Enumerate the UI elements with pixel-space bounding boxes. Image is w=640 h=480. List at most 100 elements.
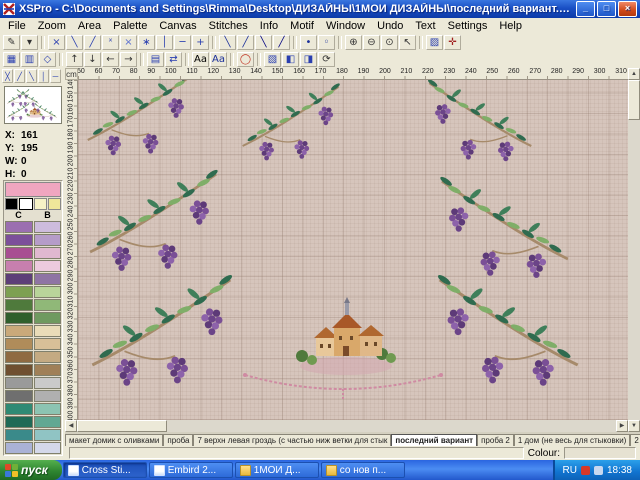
backstitch-back-button[interactable]: ╲ bbox=[219, 35, 236, 50]
menu-item-stitches[interactable]: Stitches bbox=[203, 19, 254, 33]
menu-item-window[interactable]: Window bbox=[320, 19, 371, 33]
palette-swatch[interactable] bbox=[34, 299, 62, 311]
palette-swatch[interactable] bbox=[5, 403, 33, 415]
palette-swatch[interactable] bbox=[5, 260, 33, 272]
rulers-toggle-button[interactable]: ▥ bbox=[21, 52, 38, 67]
move-up-button[interactable]: ↑ bbox=[66, 52, 83, 67]
select-arrow-button[interactable]: ↖ bbox=[399, 35, 416, 50]
palette-swatch[interactable] bbox=[34, 403, 62, 415]
palette-swatch[interactable] bbox=[34, 247, 62, 259]
pencil-dropdown[interactable]: ▾ bbox=[21, 35, 38, 50]
palette-swatch[interactable] bbox=[5, 247, 33, 259]
move-left-button[interactable]: ← bbox=[102, 52, 119, 67]
vertical-scroll-thumb[interactable] bbox=[628, 80, 640, 120]
palette-swatch[interactable] bbox=[5, 429, 33, 441]
pattern-tab[interactable]: проба 2 bbox=[477, 434, 514, 446]
color-wheel-button[interactable]: ◯ bbox=[237, 52, 254, 67]
scroll-down-button[interactable]: ▼ bbox=[628, 420, 640, 432]
palette-swatch[interactable] bbox=[34, 416, 62, 428]
zoom-out-button[interactable]: ⊖ bbox=[363, 35, 380, 50]
quick-swatch[interactable] bbox=[34, 198, 47, 210]
vertical-scrollbar[interactable]: ▲ ▼ bbox=[628, 68, 640, 432]
quick-swatch[interactable] bbox=[19, 198, 32, 210]
move-right-button[interactable]: → bbox=[120, 52, 137, 67]
taskbar-button[interactable]: Embird 2... bbox=[149, 462, 233, 478]
palette-swatch[interactable] bbox=[5, 416, 33, 428]
backstitch-thick-back-button[interactable]: ╲ bbox=[255, 35, 272, 50]
menu-item-canvas[interactable]: Canvas bbox=[153, 19, 202, 33]
stitch-direction-forward-button[interactable]: ╱ bbox=[14, 69, 25, 83]
palette-swatch[interactable] bbox=[34, 325, 62, 337]
palette-swatch[interactable] bbox=[34, 338, 62, 350]
palette-swatch[interactable] bbox=[5, 390, 33, 402]
menu-item-motif[interactable]: Motif bbox=[284, 19, 320, 33]
close-button[interactable]: × bbox=[618, 1, 637, 17]
palette-swatch[interactable] bbox=[5, 364, 33, 376]
pattern-tab[interactable]: макет домик с оливками bbox=[65, 434, 163, 446]
pattern-tab[interactable]: проба bbox=[163, 434, 193, 446]
palette-swatch[interactable] bbox=[34, 273, 62, 285]
horizontal-stitch-button[interactable]: ─ bbox=[174, 35, 191, 50]
text-latin-button[interactable]: Aa bbox=[192, 52, 209, 67]
menu-item-zoom[interactable]: Zoom bbox=[32, 19, 72, 33]
palette-swatch[interactable] bbox=[34, 260, 62, 272]
palette-swatch[interactable] bbox=[5, 338, 33, 350]
scroll-left-button[interactable]: ◀ bbox=[65, 420, 77, 432]
horizontal-scroll-thumb[interactable] bbox=[77, 420, 167, 432]
scroll-up-button[interactable]: ▲ bbox=[628, 68, 640, 80]
backstitch-thick-forward-button[interactable]: ╱ bbox=[273, 35, 290, 50]
menu-item-text[interactable]: Text bbox=[409, 19, 441, 33]
pattern-tab[interactable]: 1 дом (не весь для стыковки) bbox=[514, 434, 631, 446]
menu-item-area[interactable]: Area bbox=[72, 19, 107, 33]
mirror-vertical-button[interactable]: ◨ bbox=[300, 52, 317, 67]
menu-item-info[interactable]: Info bbox=[254, 19, 284, 33]
palette-dialog-button[interactable]: ▤ bbox=[147, 52, 164, 67]
minimize-button[interactable]: _ bbox=[576, 1, 595, 17]
swap-colors-button[interactable]: ⇄ bbox=[165, 52, 182, 67]
stitch-direction-back-button[interactable]: ╲ bbox=[26, 69, 37, 83]
palette-swatch[interactable] bbox=[34, 312, 62, 324]
horizontal-scrollbar[interactable]: ◀ ▶ bbox=[65, 420, 628, 432]
zoom-actual-button[interactable]: ⊙ bbox=[381, 35, 398, 50]
language-indicator[interactable]: RU bbox=[563, 465, 577, 476]
petite-stitch-button[interactable]: ∗ bbox=[138, 35, 155, 50]
upright-cross-button[interactable]: + bbox=[192, 35, 209, 50]
selected-color-swatch[interactable] bbox=[5, 182, 61, 197]
palette-swatch[interactable] bbox=[34, 377, 62, 389]
menu-item-file[interactable]: File bbox=[2, 19, 32, 33]
palette-swatch[interactable] bbox=[5, 234, 33, 246]
pencil-tool[interactable]: ✎ bbox=[3, 35, 20, 50]
taskbar-button[interactable]: Cross Sti... bbox=[63, 462, 147, 478]
stitch-direction-cross-button[interactable]: ╳ bbox=[2, 69, 13, 83]
menu-item-settings[interactable]: Settings bbox=[442, 19, 494, 33]
tray-icon-volume[interactable] bbox=[594, 466, 603, 475]
zoom-in-button[interactable]: ⊕ bbox=[345, 35, 362, 50]
menu-item-help[interactable]: Help bbox=[493, 19, 528, 33]
menu-item-palette[interactable]: Palette bbox=[107, 19, 153, 33]
sheet-button[interactable]: ▧ bbox=[264, 52, 281, 67]
rotate-button[interactable]: ⟳ bbox=[318, 52, 335, 67]
quarter-stitch-button[interactable]: ˣ bbox=[102, 35, 119, 50]
palette-swatch[interactable] bbox=[34, 364, 62, 376]
palette-swatch[interactable] bbox=[34, 429, 62, 441]
palette-swatch[interactable] bbox=[34, 234, 62, 246]
flood-fill-button[interactable]: ▨ bbox=[426, 35, 443, 50]
taskbar-button[interactable]: со нов п... bbox=[321, 462, 405, 478]
palette-swatch[interactable] bbox=[34, 351, 62, 363]
color-picker-button[interactable]: ✛ bbox=[444, 35, 461, 50]
tray-icon-antivirus[interactable] bbox=[581, 466, 590, 475]
palette-swatch[interactable] bbox=[5, 325, 33, 337]
palette-swatch[interactable] bbox=[34, 442, 62, 454]
menu-item-undo[interactable]: Undo bbox=[371, 19, 409, 33]
pattern-tab[interactable]: последний вариант bbox=[391, 434, 477, 446]
stitch-direction-horizontal-button[interactable]: ─ bbox=[50, 69, 61, 83]
three-quarter-stitch-button[interactable]: × bbox=[120, 35, 137, 50]
mirror-horizontal-button[interactable]: ◧ bbox=[282, 52, 299, 67]
palette-swatch[interactable] bbox=[34, 455, 62, 456]
palette-swatch[interactable] bbox=[5, 351, 33, 363]
bead-button[interactable]: ◦ bbox=[318, 35, 335, 50]
palette-swatch[interactable] bbox=[5, 299, 33, 311]
palette-swatch[interactable] bbox=[34, 390, 62, 402]
palette-swatch[interactable] bbox=[5, 455, 33, 456]
palette-swatch[interactable] bbox=[34, 286, 62, 298]
